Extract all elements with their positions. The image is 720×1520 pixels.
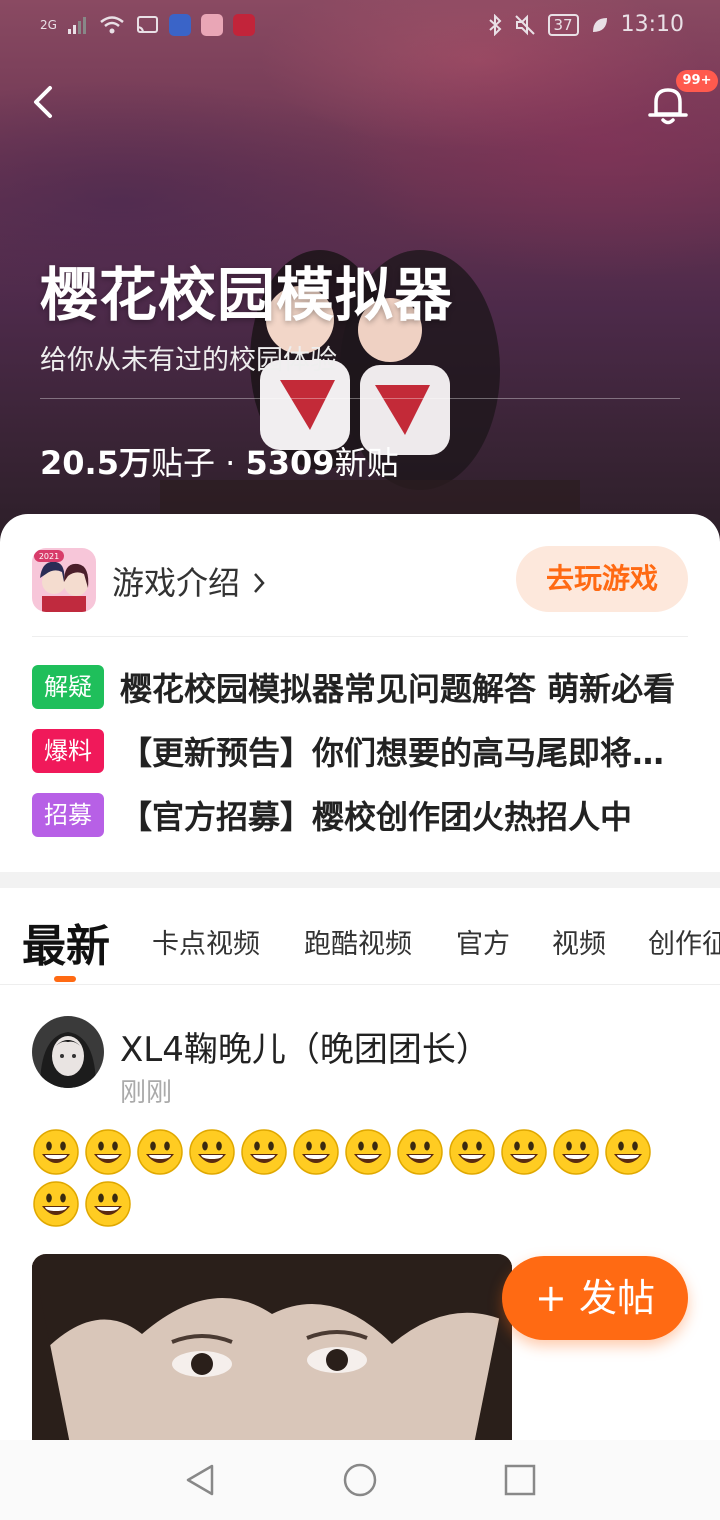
grinning-face-icon <box>397 1129 443 1175</box>
notification-badge: 99+ <box>676 70 718 92</box>
bluetooth-icon <box>488 13 501 36</box>
grinning-face-icon <box>449 1129 495 1175</box>
game-icon-year: 2021 <box>39 552 59 561</box>
pinned-title: 【官方招募】樱校创作团火热招人中 <box>120 798 633 836</box>
grinning-face-icon <box>605 1129 651 1175</box>
signal-icon <box>67 17 86 34</box>
pinned-tag: 爆料 <box>32 729 104 773</box>
cast-icon <box>136 16 158 34</box>
app-notification-icon <box>200 14 223 36</box>
grinning-face-icon <box>189 1129 235 1175</box>
game-intro-link[interactable]: 游戏介绍 <box>112 558 268 604</box>
stats-separator: · <box>214 444 246 482</box>
shield-app-icon <box>168 14 191 36</box>
screen-record-icon <box>232 14 255 36</box>
play-game-button[interactable]: 去玩游戏 <box>516 546 688 612</box>
status-bar: 2G 37 13:10 <box>0 0 720 54</box>
tab-latest[interactable]: 最新 <box>22 910 110 974</box>
new-posts-count: 5309 <box>245 444 335 482</box>
nav-back-icon[interactable] <box>180 1460 220 1500</box>
pinned-post[interactable]: 招募 【官方招募】樱校创作团火热招人中 <box>32 792 692 838</box>
wifi-icon <box>100 16 124 34</box>
tab-official[interactable]: 官方 <box>456 922 510 961</box>
game-intro-label: 游戏介绍 <box>112 564 241 602</box>
pinned-post[interactable]: 爆料 【更新预告】你们想要的高马尾即将上线 <box>32 728 692 774</box>
system-navigation-bar <box>0 1440 720 1520</box>
avatar[interactable] <box>32 1016 104 1088</box>
grinning-face-icon <box>345 1129 391 1175</box>
grinning-face-icon <box>241 1129 287 1175</box>
pinned-title: 樱花校园模拟器常见问题解答 萌新必看 <box>120 670 676 708</box>
post-image[interactable] <box>32 1254 512 1454</box>
grinning-face-icon <box>33 1181 79 1227</box>
new-post-button[interactable]: + 发帖 <box>502 1256 688 1340</box>
chevron-right-icon <box>254 573 265 593</box>
forum-title: 樱花校园模拟器 <box>40 261 454 329</box>
forum-subtitle: 给你从未有过的校园体验 <box>40 345 337 376</box>
header-divider <box>40 398 680 399</box>
grinning-face-icon <box>553 1129 599 1175</box>
card-divider <box>32 636 688 637</box>
grinning-face-icon <box>33 1129 79 1175</box>
network-type: 2G <box>40 18 57 32</box>
tab-beat-video[interactable]: 卡点视频 <box>152 922 260 961</box>
pinned-tag: 招募 <box>32 793 104 837</box>
tab-video[interactable]: 视频 <box>552 922 606 961</box>
clock: 13:10 <box>620 12 684 37</box>
tab-creation[interactable]: 创作征 <box>648 922 720 961</box>
leaf-icon <box>592 17 607 32</box>
category-tabs: 最新 卡点视频 跑酷视频 官方 视频 创作征 <box>0 888 720 985</box>
grinning-face-icon <box>85 1181 131 1227</box>
active-tab-indicator <box>54 976 76 982</box>
grinning-face-icon <box>501 1129 547 1175</box>
post-author[interactable]: XL4鞠晚儿（晚团团长） <box>120 1022 490 1071</box>
forum-stats: 20.5万贴子 · 5309新贴 <box>40 438 399 484</box>
posts-label: 贴子 <box>150 444 215 482</box>
grinning-face-icon <box>137 1129 183 1175</box>
grinning-face-icon <box>85 1129 131 1175</box>
pinned-tag: 解疑 <box>32 665 104 709</box>
grinning-face-icon <box>293 1129 339 1175</box>
pinned-post[interactable]: 解疑 樱花校园模拟器常见问题解答 萌新必看 <box>32 664 692 710</box>
mute-icon <box>514 14 535 35</box>
posts-count: 20.5万 <box>40 444 151 482</box>
game-info-card: 2021 游戏介绍 去玩游戏 解疑 樱花校园模拟器常见问题解答 萌新必看 爆料 … <box>0 514 720 872</box>
new-posts-label: 新贴 <box>334 444 399 482</box>
back-icon[interactable] <box>24 80 68 124</box>
post-content <box>32 1128 692 1228</box>
tab-parkour-video[interactable]: 跑酷视频 <box>304 922 412 961</box>
post-time: 刚刚 <box>120 1078 173 1108</box>
battery-level: 37 <box>547 13 579 36</box>
nav-home-icon[interactable] <box>340 1460 380 1500</box>
nav-recent-icon[interactable] <box>500 1460 540 1500</box>
section-separator <box>0 872 720 888</box>
game-app-icon[interactable]: 2021 <box>32 548 96 612</box>
pinned-title: 【更新预告】你们想要的高马尾即将上线 <box>120 734 692 772</box>
